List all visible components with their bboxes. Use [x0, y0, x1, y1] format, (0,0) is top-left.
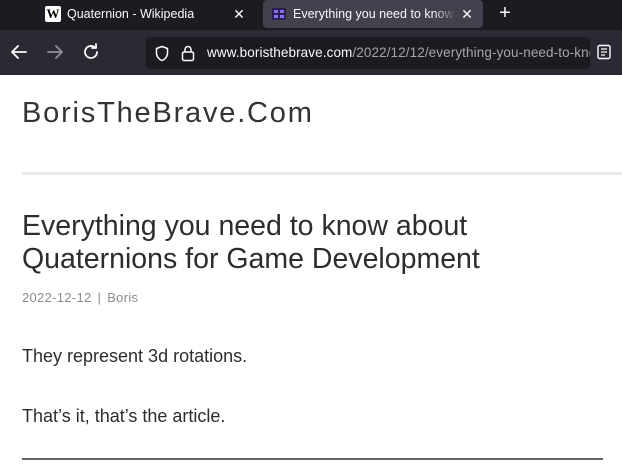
reload-icon[interactable]: [80, 41, 102, 63]
navigation-toolbar: www.boristhebrave.com/2022/12/12/everyth…: [0, 30, 622, 75]
address-bar[interactable]: www.boristhebrave.com/2022/12/12/everyth…: [146, 37, 590, 69]
reader-view-icon[interactable]: [596, 44, 612, 64]
tab-title: Everything you need to know about Quater…: [293, 7, 457, 21]
wikipedia-w-icon: W: [45, 6, 61, 22]
url-text[interactable]: www.boristhebrave.com/2022/12/12/everyth…: [207, 45, 590, 60]
close-tab-icon[interactable]: ✕: [457, 6, 477, 23]
post-title: Everything you need to know about Quater…: [22, 210, 480, 275]
forward-arrow-icon[interactable]: [44, 41, 66, 63]
lock-icon[interactable]: [180, 44, 196, 66]
back-arrow-icon[interactable]: [8, 41, 30, 63]
article-paragraph: They represent 3d rotations.: [22, 346, 248, 366]
meta-separator: |: [97, 290, 102, 305]
tracking-protection-shield-icon[interactable]: [154, 45, 170, 66]
new-tab-button[interactable]: +: [494, 2, 516, 24]
post-meta: 2022-12-12 | Boris: [22, 290, 138, 305]
site-title[interactable]: BorisTheBrave.Com: [22, 97, 314, 130]
url-host: www.boristhebrave.com: [207, 45, 353, 60]
tab-title: Quaternion - Wikipedia: [67, 7, 195, 21]
post-author[interactable]: Boris: [107, 290, 138, 305]
site-icon: [271, 6, 287, 22]
tab-active-article[interactable]: Everything you need to know about Quater…: [263, 0, 483, 28]
header-divider: [22, 172, 622, 175]
close-tab-icon[interactable]: ✕: [229, 6, 249, 23]
post-date[interactable]: 2022-12-12: [22, 290, 92, 305]
article-paragraph: That’s it, that’s the article.: [22, 406, 226, 426]
tab-wikipedia[interactable]: W Quaternion - Wikipedia ✕: [35, 0, 255, 28]
tab-strip: W Quaternion - Wikipedia ✕ Everything yo…: [0, 0, 622, 30]
article-divider: [22, 458, 603, 460]
url-path: /2022/12/12/everything-you-need-to-know: [352, 45, 590, 60]
